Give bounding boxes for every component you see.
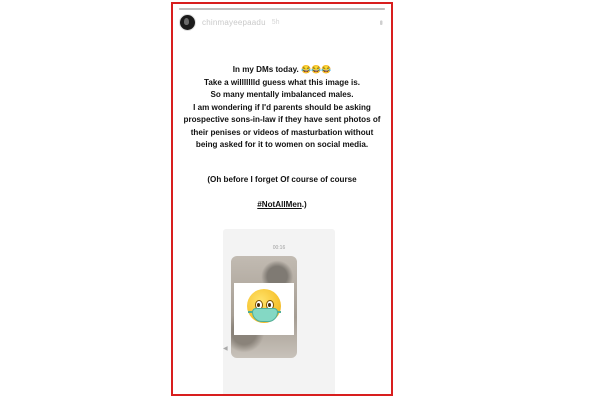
caption-line: So many mentally imbalanced males. — [210, 90, 354, 99]
avatar[interactable] — [179, 13, 196, 31]
post-time: 5h — [271, 18, 280, 26]
story-frame: chinmayeepaadu 5h ••• In my DMs today. 😂… — [171, 2, 393, 396]
note-suffix: .) — [301, 200, 307, 209]
story-caption: In my DMs today. 😂😂😂 Take a willllllld g… — [181, 64, 383, 212]
image-message — [231, 256, 297, 358]
face-with-medical-mask-icon — [247, 289, 281, 323]
hashtag-link[interactable]: #NotAllMen — [257, 200, 302, 209]
username[interactable]: chinmayeepaadu — [202, 18, 266, 27]
caption-line: Take a willllllld guess what this image … — [204, 77, 360, 87]
story-header: chinmayeepaadu 5h ••• — [179, 12, 386, 32]
story-progress-fill — [179, 8, 385, 10]
emoji-sticker — [234, 283, 294, 335]
story-progress-bar — [179, 8, 385, 10]
message-timestamp: 00:16 — [272, 245, 286, 251]
caption-line: I am wondering if I'd parents should be … — [183, 102, 381, 150]
dm-screenshot: 00:16 ◀ — [223, 229, 335, 394]
note-prefix: (Oh before I forget Of course of course — [207, 175, 357, 184]
scroll-marker-icon: ◀ — [223, 346, 228, 352]
caption-note: (Oh before I forget Of course of course … — [181, 162, 383, 212]
caption-line: In my DMs today. 😂😂😂 — [232, 65, 332, 74]
more-vertical-icon[interactable]: ••• — [376, 20, 386, 23]
